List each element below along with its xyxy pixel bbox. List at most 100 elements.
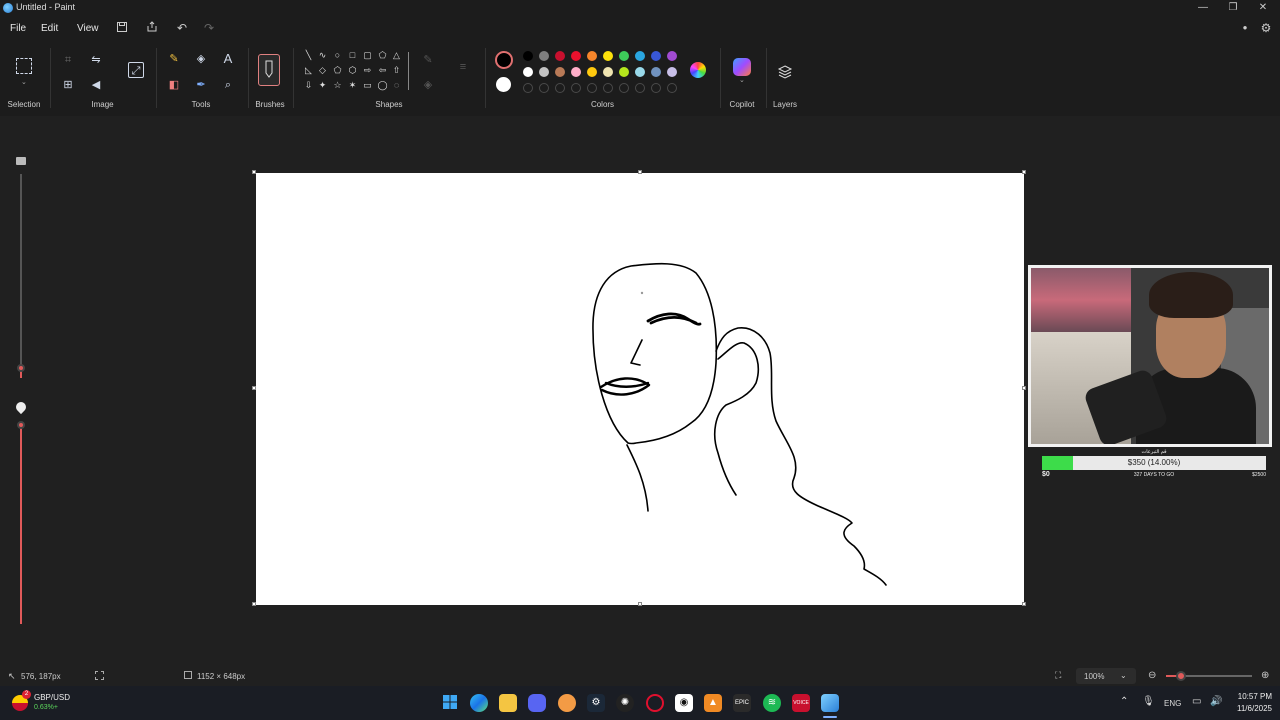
settings-gear-icon[interactable]: ⚙ [1259,21,1273,35]
oval-callout-shape-icon[interactable]: ◯ [377,80,388,91]
resize-handle[interactable] [1022,386,1026,390]
opera-gx-icon[interactable] [646,694,664,712]
image-select-icon[interactable]: ⤢ [128,62,144,78]
four-point-star-shape-icon[interactable]: ✦ [317,80,328,91]
custom-color-slot[interactable] [603,83,613,93]
triangle-shape-icon[interactable]: △ [391,50,402,61]
six-point-star-shape-icon[interactable]: ✶ [347,80,358,91]
cloud-callout-shape-icon[interactable]: ◌ [391,80,402,91]
share-icon[interactable] [145,21,159,35]
save-icon[interactable] [115,21,129,35]
chevron-down-icon[interactable]: ⌄ [739,76,745,84]
resize-handle[interactable] [638,170,642,174]
network-icon[interactable]: ▭ [1192,696,1201,707]
color-picker-icon[interactable]: ✒ [193,77,209,93]
custom-color-slot[interactable] [619,83,629,93]
copilot-icon[interactable] [733,58,751,76]
flip-icon[interactable]: ◀ [88,77,104,93]
custom-color-slot[interactable] [571,83,581,93]
magnifier-icon[interactable]: ⌕ [220,77,236,93]
fit-to-window-icon[interactable]: ⛶ [1055,670,1061,681]
language-indicator[interactable]: ENG [1164,699,1181,708]
resize-handle[interactable] [252,170,256,174]
custom-color-slot[interactable] [539,83,549,93]
menu-edit[interactable]: Edit [41,23,58,34]
crop-icon[interactable]: ⌗ [60,52,76,68]
shapes-scrollbar[interactable] [408,52,409,90]
steam-icon[interactable]: ⚙ [587,694,605,712]
minimize-icon[interactable]: — [1188,0,1218,16]
resize-handle[interactable] [1022,170,1026,174]
color-swatch[interactable] [635,51,645,61]
menu-view[interactable]: View [77,23,99,34]
drawing-canvas[interactable] [256,173,1024,605]
restore-icon[interactable]: ❐ [1218,0,1248,16]
color-swatch[interactable] [571,51,581,61]
diamond-shape-icon[interactable]: ◇ [317,65,328,76]
line-shape-icon[interactable]: ╲ [303,50,314,61]
color-swatch[interactable] [523,51,533,61]
size-icon[interactable]: ≡ [455,59,471,75]
custom-color-slot[interactable] [587,83,597,93]
up-arrow-shape-icon[interactable]: ⇧ [391,65,402,76]
account-icon[interactable]: ● [1238,21,1252,35]
voicemod-icon[interactable]: VOICE [792,694,810,712]
secondary-color-swatch[interactable] [496,77,511,92]
chat-app-icon[interactable] [558,694,576,712]
hexagon-shape-icon[interactable]: ⬡ [347,65,358,76]
rectangle-shape-icon[interactable]: □ [347,50,358,61]
color-swatch[interactable] [523,67,533,77]
color-swatch[interactable] [635,67,645,77]
fill-bucket-icon[interactable]: ◈ [193,51,209,67]
clock-date[interactable]: 11/6/2025 [1224,704,1272,713]
epic-games-icon[interactable]: EPIC [733,694,751,712]
chevron-down-icon[interactable]: ⌄ [21,78,27,86]
five-point-star-shape-icon[interactable]: ☆ [332,80,343,91]
redo-icon[interactable]: ↷ [202,21,216,35]
down-arrow-shape-icon[interactable]: ⇩ [303,80,314,91]
zoom-in-icon[interactable]: ⊕ [1261,670,1269,681]
color-swatch[interactable] [603,51,613,61]
color-swatch[interactable] [651,67,661,77]
right-triangle-shape-icon[interactable]: ◺ [303,65,314,76]
color-swatch[interactable] [651,51,661,61]
color-swatch[interactable] [555,67,565,77]
text-tool-icon[interactable]: A [220,51,236,67]
oval-shape-icon[interactable]: ○ [332,50,343,61]
file-explorer-icon[interactable] [499,694,517,712]
color-swatch[interactable] [539,67,549,77]
edit-colors-icon[interactable] [690,62,706,78]
volume-icon[interactable]: 🔊 [1210,696,1222,707]
zoom-out-icon[interactable]: ⊖ [1148,670,1156,681]
callout-shape-icon[interactable]: ▭ [362,80,373,91]
chatgpt-icon[interactable]: ✺ [616,694,634,712]
eraser-icon[interactable]: ◧ [166,77,182,93]
widget-pair[interactable]: GBP/USD [34,693,70,702]
close-icon[interactable]: ✕ [1248,0,1278,16]
microphone-icon[interactable]: 🎙 [1142,696,1155,707]
color-swatch[interactable] [619,67,629,77]
zoom-slider-knob[interactable] [1176,671,1186,681]
opacity-slider-knob[interactable] [17,421,25,429]
pentagon-shape-icon[interactable]: ⬠ [332,65,343,76]
color-swatch[interactable] [571,67,581,77]
polygon-shape-icon[interactable]: ⬠ [377,50,388,61]
rotate-icon[interactable]: ⊞ [60,77,76,93]
pencil-icon[interactable]: ✎ [166,51,182,67]
color-swatch[interactable] [587,67,597,77]
custom-color-slot[interactable] [523,83,533,93]
color-swatch[interactable] [667,51,677,61]
undo-icon[interactable]: ↶ [175,21,189,35]
color-swatch[interactable] [555,51,565,61]
rounded-rectangle-shape-icon[interactable]: ▢ [362,50,373,61]
selection-rectangle-icon[interactable] [16,58,32,74]
primary-color-swatch[interactable] [495,51,513,69]
discord-icon[interactable] [528,694,546,712]
clock-time[interactable]: 10:57 PM [1224,692,1272,701]
custom-color-slot[interactable] [635,83,645,93]
tray-overflow-icon[interactable]: ⌃ [1120,696,1128,707]
resize-handle[interactable] [252,602,256,606]
fill-icon[interactable]: ◈ [420,77,436,93]
resize-handle[interactable] [638,602,642,606]
zoom-select[interactable]: 100% ⌄ [1076,668,1136,684]
